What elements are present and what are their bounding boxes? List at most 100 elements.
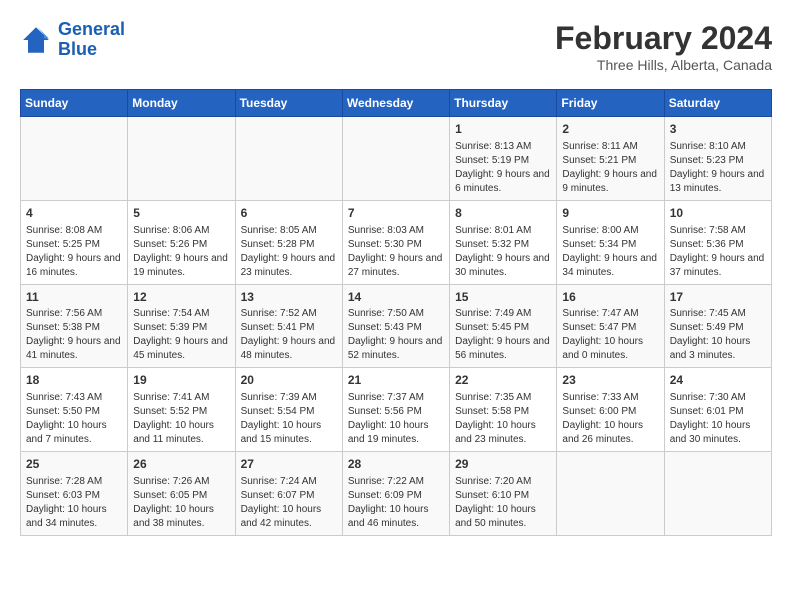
day-info: Sunrise: 8:01 AM Sunset: 5:32 PM Dayligh… <box>455 224 551 280</box>
calendar-cell: 29Sunrise: 7:20 AM Sunset: 6:10 PM Dayli… <box>450 452 557 536</box>
day-number: 4 <box>26 205 122 222</box>
main-title: February 2024 <box>555 20 772 57</box>
calendar-cell <box>342 117 449 201</box>
day-info: Sunrise: 7:47 AM Sunset: 5:47 PM Dayligh… <box>562 307 658 363</box>
day-info: Sunrise: 7:39 AM Sunset: 5:54 PM Dayligh… <box>241 391 337 447</box>
calendar-cell: 28 Sunrise: 7:22 AM Sunset: 6:09 PM Dayli… <box>342 452 449 536</box>
calendar-body: 1 Sunrise: 8:13 AM Sunset: 5:19 PM Daylig… <box>21 117 772 536</box>
day-number: 5 <box>133 205 229 222</box>
calendar-cell: 8 Sunrise: 8:01 AM Sunset: 5:32 PM Daylig… <box>450 200 557 284</box>
day-number: 11 <box>26 289 122 306</box>
day-number: 14 <box>348 289 444 306</box>
week-row-0: 1 Sunrise: 8:13 AM Sunset: 5:19 PM Daylig… <box>21 117 772 201</box>
header-saturday: Saturday <box>664 90 771 117</box>
week-row-2: 11Sunrise: 7:56 AM Sunset: 5:38 PM Dayli… <box>21 284 772 368</box>
day-number: 12 <box>133 289 229 306</box>
day-info: Sunrise: 7:26 AM Sunset: 6:05 PM Dayligh… <box>133 475 229 531</box>
calendar-cell: 25 Sunrise: 7:28 AM Sunset: 6:03 PM Dayli… <box>21 452 128 536</box>
day-info: Sunrise: 7:52 AM Sunset: 5:41 PM Dayligh… <box>241 307 337 363</box>
calendar-cell: 5 Sunrise: 8:06 AM Sunset: 5:26 PM Daylig… <box>128 200 235 284</box>
day-info: Sunrise: 7:20 AM Sunset: 6:10 PM Dayligh… <box>455 475 551 531</box>
calendar-cell: 3 Sunrise: 8:10 AM Sunset: 5:23 PM Daylig… <box>664 117 771 201</box>
calendar-cell: 12Sunrise: 7:54 AM Sunset: 5:39 PM Dayli… <box>128 284 235 368</box>
day-number: 8 <box>455 205 551 222</box>
calendar-cell <box>21 117 128 201</box>
logo-line1: General <box>58 19 125 39</box>
calendar-table: SundayMondayTuesdayWednesdayThursdayFrid… <box>20 89 772 536</box>
day-info: Sunrise: 7:28 AM Sunset: 6:03 PM Dayligh… <box>26 475 122 531</box>
day-info: Sunrise: 8:05 AM Sunset: 5:28 PM Dayligh… <box>241 224 337 280</box>
day-number: 7 <box>348 205 444 222</box>
page-header: General Blue February 2024 Three Hills, … <box>20 20 772 73</box>
calendar-cell: 27Sunrise: 7:24 AM Sunset: 6:07 PM Dayli… <box>235 452 342 536</box>
calendar-cell: 1 Sunrise: 8:13 AM Sunset: 5:19 PM Daylig… <box>450 117 557 201</box>
day-info: Sunrise: 7:43 AM Sunset: 5:50 PM Dayligh… <box>26 391 122 447</box>
calendar-cell: 10 Sunrise: 7:58 AM Sunset: 5:36 PM Dayli… <box>664 200 771 284</box>
week-row-4: 25 Sunrise: 7:28 AM Sunset: 6:03 PM Dayli… <box>21 452 772 536</box>
calendar-cell: 13Sunrise: 7:52 AM Sunset: 5:41 PM Dayli… <box>235 284 342 368</box>
day-info: Sunrise: 7:22 AM Sunset: 6:09 PM Dayligh… <box>348 475 444 531</box>
day-number: 24 <box>670 372 766 389</box>
calendar-cell <box>664 452 771 536</box>
header-row: SundayMondayTuesdayWednesdayThursdayFrid… <box>21 90 772 117</box>
calendar-cell: 11Sunrise: 7:56 AM Sunset: 5:38 PM Dayli… <box>21 284 128 368</box>
logo-text: General Blue <box>58 20 125 60</box>
day-number: 27 <box>241 456 337 473</box>
day-number: 2 <box>562 121 658 138</box>
day-info: Sunrise: 7:35 AM Sunset: 5:58 PM Dayligh… <box>455 391 551 447</box>
calendar-cell: 16Sunrise: 7:47 AM Sunset: 5:47 PM Dayli… <box>557 284 664 368</box>
header-sunday: Sunday <box>21 90 128 117</box>
day-info: Sunrise: 7:33 AM Sunset: 6:00 PM Dayligh… <box>562 391 658 447</box>
day-info: Sunrise: 8:10 AM Sunset: 5:23 PM Dayligh… <box>670 140 766 196</box>
calendar-cell: 20Sunrise: 7:39 AM Sunset: 5:54 PM Dayli… <box>235 368 342 452</box>
calendar-cell: 26 Sunrise: 7:26 AM Sunset: 6:05 PM Dayli… <box>128 452 235 536</box>
day-number: 16 <box>562 289 658 306</box>
calendar-cell: 7 Sunrise: 8:03 AM Sunset: 5:30 PM Daylig… <box>342 200 449 284</box>
day-number: 15 <box>455 289 551 306</box>
header-tuesday: Tuesday <box>235 90 342 117</box>
day-number: 23 <box>562 372 658 389</box>
day-number: 1 <box>455 121 551 138</box>
day-info: Sunrise: 8:03 AM Sunset: 5:30 PM Dayligh… <box>348 224 444 280</box>
day-number: 10 <box>670 205 766 222</box>
calendar-cell: 15Sunrise: 7:49 AM Sunset: 5:45 PM Dayli… <box>450 284 557 368</box>
day-number: 3 <box>670 121 766 138</box>
day-number: 17 <box>670 289 766 306</box>
day-info: Sunrise: 8:11 AM Sunset: 5:21 PM Dayligh… <box>562 140 658 196</box>
day-info: Sunrise: 7:30 AM Sunset: 6:01 PM Dayligh… <box>670 391 766 447</box>
calendar-cell: 6Sunrise: 8:05 AM Sunset: 5:28 PM Daylig… <box>235 200 342 284</box>
location-subtitle: Three Hills, Alberta, Canada <box>555 57 772 73</box>
day-number: 25 <box>26 456 122 473</box>
calendar-header: SundayMondayTuesdayWednesdayThursdayFrid… <box>21 90 772 117</box>
day-info: Sunrise: 8:08 AM Sunset: 5:25 PM Dayligh… <box>26 224 122 280</box>
day-info: Sunrise: 8:00 AM Sunset: 5:34 PM Dayligh… <box>562 224 658 280</box>
calendar-cell: 24 Sunrise: 7:30 AM Sunset: 6:01 PM Dayli… <box>664 368 771 452</box>
day-info: Sunrise: 8:13 AM Sunset: 5:19 PM Dayligh… <box>455 140 551 196</box>
day-info: Sunrise: 7:58 AM Sunset: 5:36 PM Dayligh… <box>670 224 766 280</box>
calendar-cell: 23 Sunrise: 7:33 AM Sunset: 6:00 PM Dayli… <box>557 368 664 452</box>
logo-icon <box>20 24 52 56</box>
calendar-cell <box>128 117 235 201</box>
calendar-cell: 21Sunrise: 7:37 AM Sunset: 5:56 PM Dayli… <box>342 368 449 452</box>
day-number: 19 <box>133 372 229 389</box>
day-info: Sunrise: 7:50 AM Sunset: 5:43 PM Dayligh… <box>348 307 444 363</box>
calendar-cell: 9 Sunrise: 8:00 AM Sunset: 5:34 PM Daylig… <box>557 200 664 284</box>
day-info: Sunrise: 7:54 AM Sunset: 5:39 PM Dayligh… <box>133 307 229 363</box>
header-friday: Friday <box>557 90 664 117</box>
day-info: Sunrise: 7:37 AM Sunset: 5:56 PM Dayligh… <box>348 391 444 447</box>
week-row-3: 18 Sunrise: 7:43 AM Sunset: 5:50 PM Dayli… <box>21 368 772 452</box>
day-number: 9 <box>562 205 658 222</box>
day-number: 22 <box>455 372 551 389</box>
calendar-cell: 17Sunrise: 7:45 AM Sunset: 5:49 PM Dayli… <box>664 284 771 368</box>
day-info: Sunrise: 7:45 AM Sunset: 5:49 PM Dayligh… <box>670 307 766 363</box>
header-thursday: Thursday <box>450 90 557 117</box>
day-number: 28 <box>348 456 444 473</box>
day-number: 18 <box>26 372 122 389</box>
day-info: Sunrise: 7:56 AM Sunset: 5:38 PM Dayligh… <box>26 307 122 363</box>
header-wednesday: Wednesday <box>342 90 449 117</box>
calendar-cell: 2 Sunrise: 8:11 AM Sunset: 5:21 PM Daylig… <box>557 117 664 201</box>
day-number: 26 <box>133 456 229 473</box>
logo: General Blue <box>20 20 125 60</box>
calendar-cell: 22 Sunrise: 7:35 AM Sunset: 5:58 PM Dayli… <box>450 368 557 452</box>
day-info: Sunrise: 8:06 AM Sunset: 5:26 PM Dayligh… <box>133 224 229 280</box>
